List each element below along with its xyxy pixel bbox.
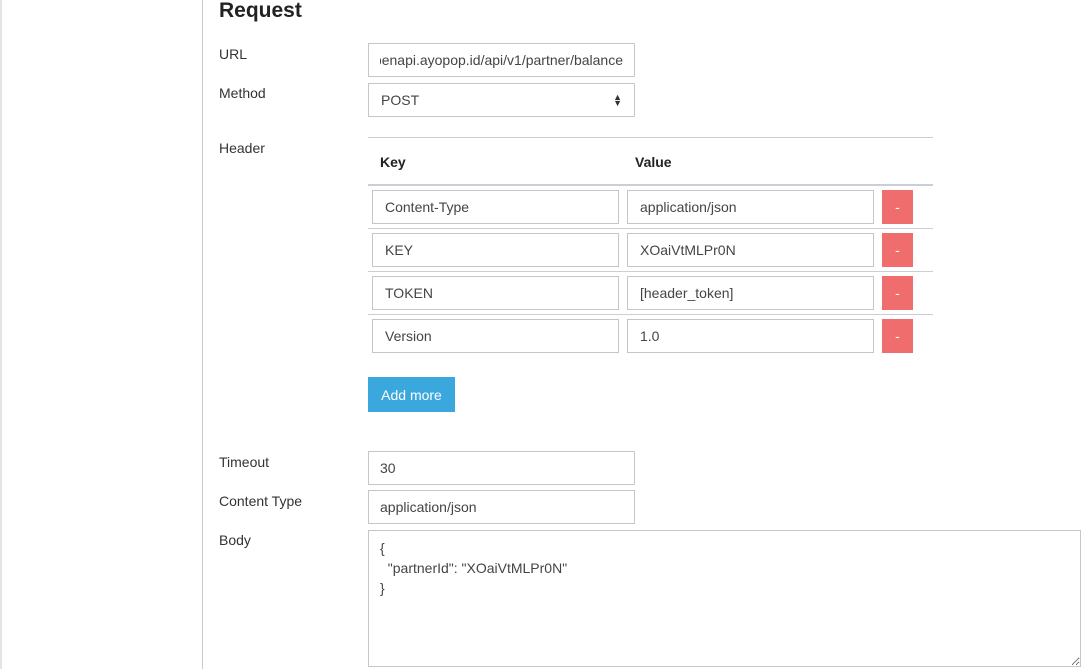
window-edge: [0, 0, 2, 669]
section-title: Request: [219, 0, 302, 22]
header-table-head: Key Value: [368, 137, 933, 186]
header-key-input[interactable]: [372, 190, 619, 224]
sidebar-divider: [202, 0, 203, 669]
header-value-input[interactable]: [627, 233, 874, 267]
header-value-input[interactable]: [627, 319, 874, 353]
header-table: Key Value - - - -: [368, 137, 933, 357]
url-label: URL: [219, 46, 248, 62]
body-label: Body: [219, 532, 251, 548]
content-type-label: Content Type: [219, 493, 303, 509]
remove-row-button[interactable]: -: [882, 276, 913, 310]
add-more-button[interactable]: Add more: [368, 377, 455, 412]
table-row: -: [368, 315, 933, 357]
body-textarea[interactable]: { "partnerId": "XOaiVtMLPr0N" }: [368, 530, 1081, 667]
table-row: -: [368, 186, 933, 229]
value-column-header: Value: [635, 154, 672, 170]
header-key-input[interactable]: [372, 319, 619, 353]
header-value-input[interactable]: [627, 190, 874, 224]
method-label: Method: [219, 85, 266, 101]
content-type-input[interactable]: [368, 490, 635, 524]
table-row: -: [368, 229, 933, 272]
header-label: Header: [219, 140, 265, 156]
header-key-input[interactable]: [372, 276, 619, 310]
remove-row-button[interactable]: -: [882, 190, 913, 224]
key-column-header: Key: [380, 154, 406, 170]
remove-row-button[interactable]: -: [882, 233, 913, 267]
header-key-input[interactable]: [372, 233, 619, 267]
method-selected-value: POST: [381, 92, 420, 108]
timeout-input[interactable]: [368, 451, 635, 485]
remove-row-button[interactable]: -: [882, 319, 913, 353]
url-input[interactable]: [368, 43, 635, 77]
header-value-input[interactable]: [627, 276, 874, 310]
timeout-label: Timeout: [219, 454, 270, 470]
select-arrows-icon: ▲ ▼: [613, 92, 622, 108]
table-row: -: [368, 272, 933, 315]
method-select[interactable]: POST ▲ ▼: [368, 83, 635, 117]
